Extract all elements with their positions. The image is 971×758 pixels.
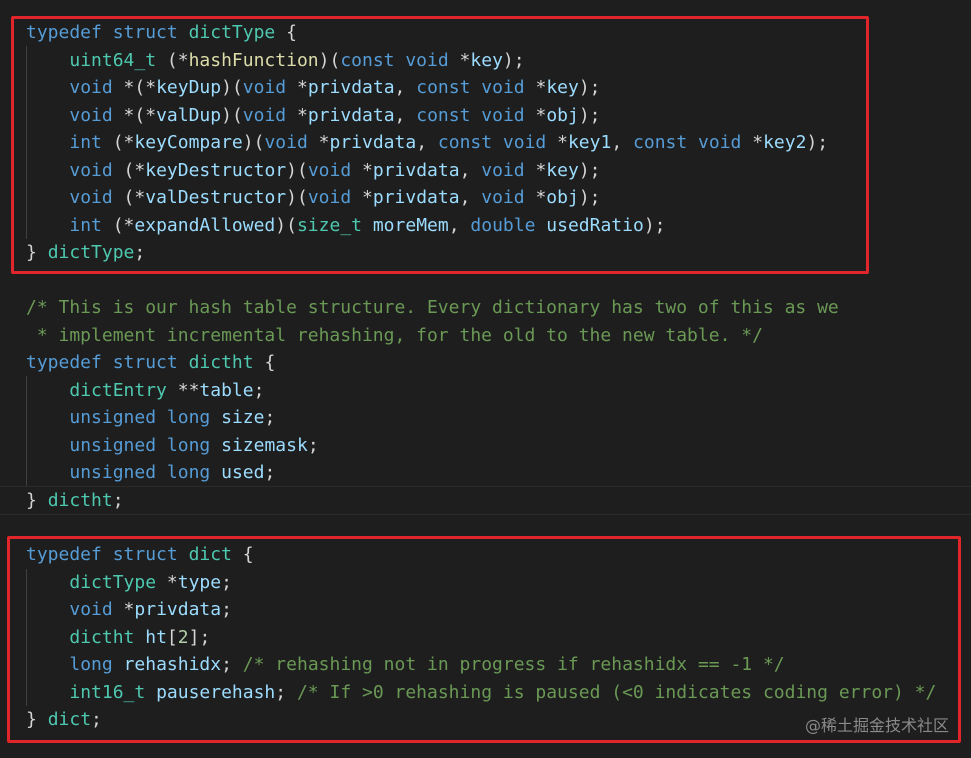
code-token: unsigned (69, 462, 157, 483)
code-token: unsigned (69, 407, 157, 428)
code-line-text: typedef struct dictht { (26, 349, 275, 377)
code-line-text: /* This is our hash table structure. Eve… (26, 294, 839, 322)
code-line: * implement incremental rehashing, for t… (0, 322, 971, 350)
code-token: dictEntry (69, 379, 167, 401)
code-token: used (221, 462, 265, 483)
code-token: long (166, 462, 211, 483)
code-line: unsigned long size; (0, 404, 971, 432)
code-line: } dictht; (0, 487, 971, 515)
code-token: ; (112, 489, 124, 511)
code-line-text: dictEntry **table; (26, 377, 264, 405)
code-token: typedef (26, 352, 102, 373)
code-line: unsigned long sizemask; (0, 432, 971, 460)
code-token: * implement incremental rehashing, for t… (26, 324, 763, 346)
code-token: ; (264, 407, 276, 428)
code-token: { (253, 352, 276, 373)
code-line: dictEntry **table; (0, 377, 971, 405)
code-token: /* This is our hash table structure. Eve… (26, 297, 839, 318)
code-token: ; (264, 462, 276, 483)
code-line-text: unsigned long sizemask; (26, 432, 319, 460)
code-token: } (26, 489, 48, 511)
code-line-text: unsigned long size; (26, 404, 275, 432)
code-token: sizemask (221, 434, 308, 456)
code-line-text: } dictht; (26, 487, 124, 515)
highlight-box-dicttype (11, 16, 869, 274)
code-token: dictht (188, 352, 254, 373)
code-line-text: unsigned long used; (26, 459, 275, 487)
code-token: ; (307, 434, 319, 456)
code-line-text: * implement incremental rehashing, for t… (26, 322, 763, 350)
code-token: ; (253, 379, 265, 401)
code-token: unsigned (69, 434, 157, 456)
code-token: table (199, 379, 254, 401)
watermark: @稀土掘金技术社区 (804, 716, 949, 735)
code-line: typedef struct dictht { (0, 349, 971, 377)
code-token: dictht (47, 489, 113, 511)
code-token: long (166, 434, 211, 456)
code-editor[interactable]: typedef struct dictType { uint64_t (*has… (0, 0, 971, 758)
code-line: /* This is our hash table structure. Eve… (0, 294, 971, 322)
code-token: struct (112, 352, 178, 373)
code-token: ** (166, 379, 200, 401)
code-token: size (221, 407, 265, 428)
code-line: unsigned long used; (0, 459, 971, 487)
code-token: long (166, 407, 211, 428)
